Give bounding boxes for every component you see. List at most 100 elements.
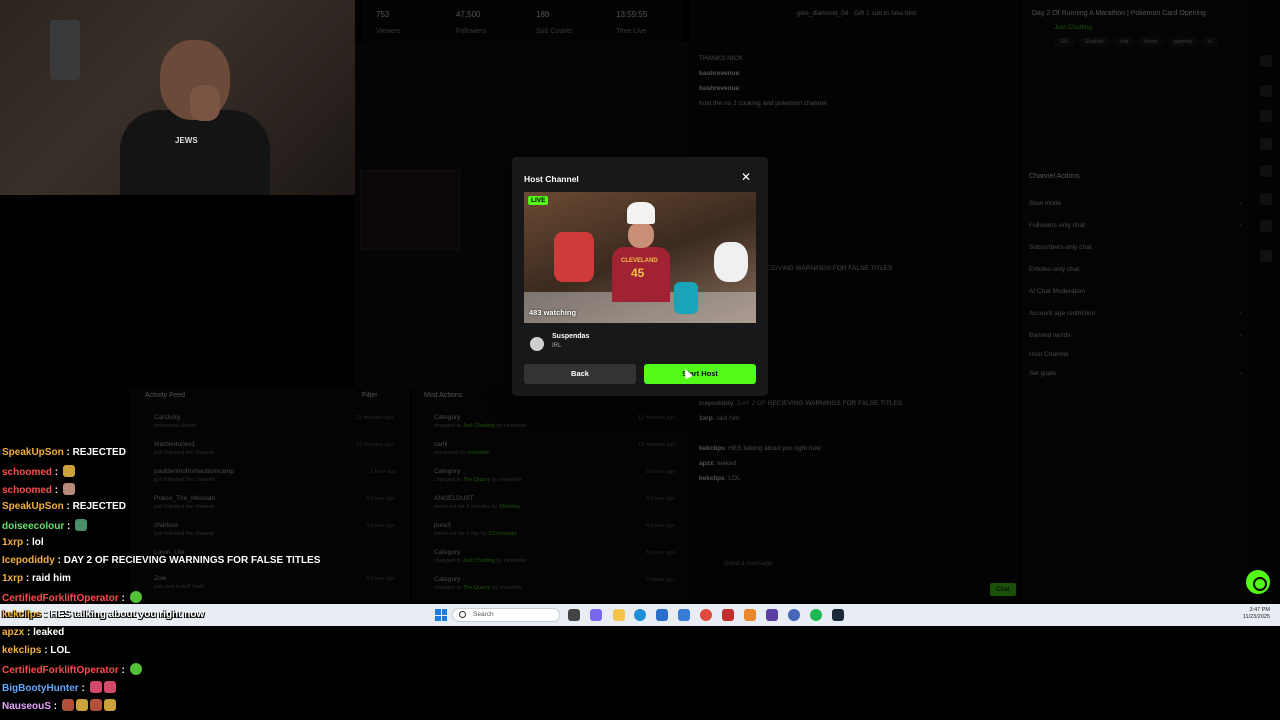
chat-line: bashrevenue: [699,70,741,77]
mod-actions-panel: Mod Actions Category changed to Just Chat… [412,387,690,600]
chrome-icon[interactable] [700,609,712,621]
overlay-chat-line: CertifiedForkliftOperator : [2,591,142,604]
rail-icon[interactable] [1260,110,1272,122]
rail-icon[interactable] [1260,138,1272,150]
subscribers-only-item[interactable]: Subscribers-only chat [1029,244,1244,251]
icon-rail [1252,0,1280,600]
mod-time: 4 hours ago [646,523,676,529]
chat-gift-line: give_diamond_04 · Gift 1 sub to fake bir… [797,10,916,17]
mod-time: 3 hours ago [646,469,676,475]
taskbar-search[interactable]: Search [452,608,560,622]
photos-icon[interactable] [678,609,690,621]
rail-icon[interactable] [1260,165,1272,177]
feed-item: Marbledunes1 just followed the channel [154,441,215,456]
mod-item: Category changed to The Quarry by nickwhi… [434,576,522,591]
activity-feed-panel: Activity Feed Filter CarlJung redeemed Un… [130,387,410,600]
tag[interactable]: gaming [1167,37,1198,47]
rail-icon[interactable] [1260,85,1272,97]
emotes-only-item[interactable]: Emotes-only chat [1029,266,1244,273]
back-button[interactable]: Back [524,364,636,384]
stats-bar: 753 Viewers 47,500 Followers 188 Sub Counts… [362,0,682,42]
edge-icon[interactable] [634,609,646,621]
windows-start-icon[interactable] [435,609,447,621]
chat-line: kekclips: HES talking about you right no… [699,445,821,452]
search-icon [459,611,466,618]
close-icon[interactable]: ✕ [740,171,752,183]
file-explorer-icon[interactable] [613,609,625,621]
rail-icon[interactable] [1260,55,1272,67]
webcam-feed: JEWS [0,0,355,195]
chat-line: Icepodiddy: DAY 2 OF RECIEVING WARNINGS … [699,400,903,407]
rail-icon[interactable] [1260,220,1272,232]
tag[interactable]: irl [1201,37,1219,47]
stream-title: Day 2 Of Running A Marathon | Pokemon Ca… [1032,10,1206,17]
chef-hat [627,202,655,224]
chat-line: kekclips: LOL [699,475,741,482]
tag[interactable]: cnd [1113,37,1135,47]
app-icon[interactable] [744,609,756,621]
overlay-chat-line: apzx : leaked [2,627,65,638]
mod-item: carlil unbanned by nickwhite [434,441,490,456]
feed-time: 3 hours ago [366,576,396,582]
rail-icon[interactable] [1260,250,1272,262]
overlay-chat-line: NauseouS : [2,699,116,712]
spotify-icon[interactable] [810,609,822,621]
emote-icon [103,681,116,693]
tag[interactable]: English [1079,37,1110,47]
slow-mode-item[interactable]: Slow mode › [1029,200,1244,207]
tag-row: 18+ English cnd funny gaming irl [1054,37,1219,47]
account-age-item[interactable]: Account age restriction › [1029,310,1244,317]
set-goals-item[interactable]: Set goals › [1029,370,1244,377]
modal-title: Host Channel [524,174,579,184]
jersey-text: CLEVELAND [621,258,658,264]
stream-category: Just Chatting [1054,24,1092,31]
obs-icon[interactable] [766,609,778,621]
banned-words-item[interactable]: Banned words › [1029,332,1244,339]
stream-info-panel: Day 2 Of Running A Marathon | Pokemon Ca… [1022,0,1252,600]
copilot-icon[interactable] [590,609,602,621]
ai-moderation-item[interactable]: AI Chat Moderation [1029,288,1244,295]
feed-time: 3 hours ago [366,523,396,529]
store-icon[interactable] [656,609,668,621]
task-view-icon[interactable] [568,609,580,621]
feed-item: Praise_The_Messiah just followed the chan… [154,495,216,510]
overlay-chat-line: 1xrp : lol [2,537,44,548]
activity-filter-button[interactable]: Filter [362,392,378,399]
start-host-button[interactable]: Start Host [644,364,756,384]
chat-send-button[interactable]: Chat [990,583,1016,596]
chat-input[interactable]: Send a message [724,560,773,567]
mod-actions-title: Mod Actions [424,392,463,399]
live-badge: LIVE [528,196,549,205]
rail-icon[interactable] [1260,193,1272,205]
mod-item: pure3 timed out for 1 day by SSchwardo [434,522,517,537]
app-icon[interactable] [788,609,800,621]
feed-item: charless just followed the channel [154,522,215,537]
tag[interactable]: funny [1138,37,1164,47]
overlay-chat-line: kekclips : HES talking about you right n… [2,609,205,620]
followers-only-item[interactable]: Followers-only chat › [1029,222,1244,229]
mod-item: Category changed to Just Chatting by nick… [434,549,527,564]
feed-time: 12 minutes ago [356,442,394,448]
streamer-body [120,110,270,195]
overlay-chat-line: Icepodiddy : DAY 2 OF RECIEVING WARNINGS… [2,555,321,566]
emote-icon [129,663,142,675]
stat-viewers: 753 Viewers [376,10,401,35]
app-icon[interactable] [722,609,734,621]
steam-icon[interactable] [832,609,844,621]
host-channel-item[interactable]: Host Channel [1029,351,1244,358]
kick-action-button[interactable] [1246,570,1270,594]
stat-followers: 47,500 Followers [456,10,486,35]
channel-category: IRL [552,343,562,349]
stat-subs: 188 Sub Counts [536,10,573,35]
avatar [530,337,544,351]
tag[interactable]: 18+ [1054,37,1076,47]
system-clock[interactable]: 3:47 PM 11/23/2025 [1243,607,1270,621]
overlay-chat-line: 1xrp : raid him [2,573,71,584]
host-channel-modal: Host Channel ✕ CLEVELAND 45 LIVE 483 wat… [512,157,768,396]
overlay-chat-line: doiseecolour : [2,519,88,532]
feed-item: CarlJung redeemed Unban [154,414,197,429]
feed-item: pauldeninofromautismcamp just followed th… [154,468,234,483]
overlay-chat-line: SpeakUpSon : REJECTED [2,447,126,458]
stream-thumbnail[interactable]: CLEVELAND 45 LIVE 483 watching [524,192,756,323]
thumb-toy [714,242,748,282]
